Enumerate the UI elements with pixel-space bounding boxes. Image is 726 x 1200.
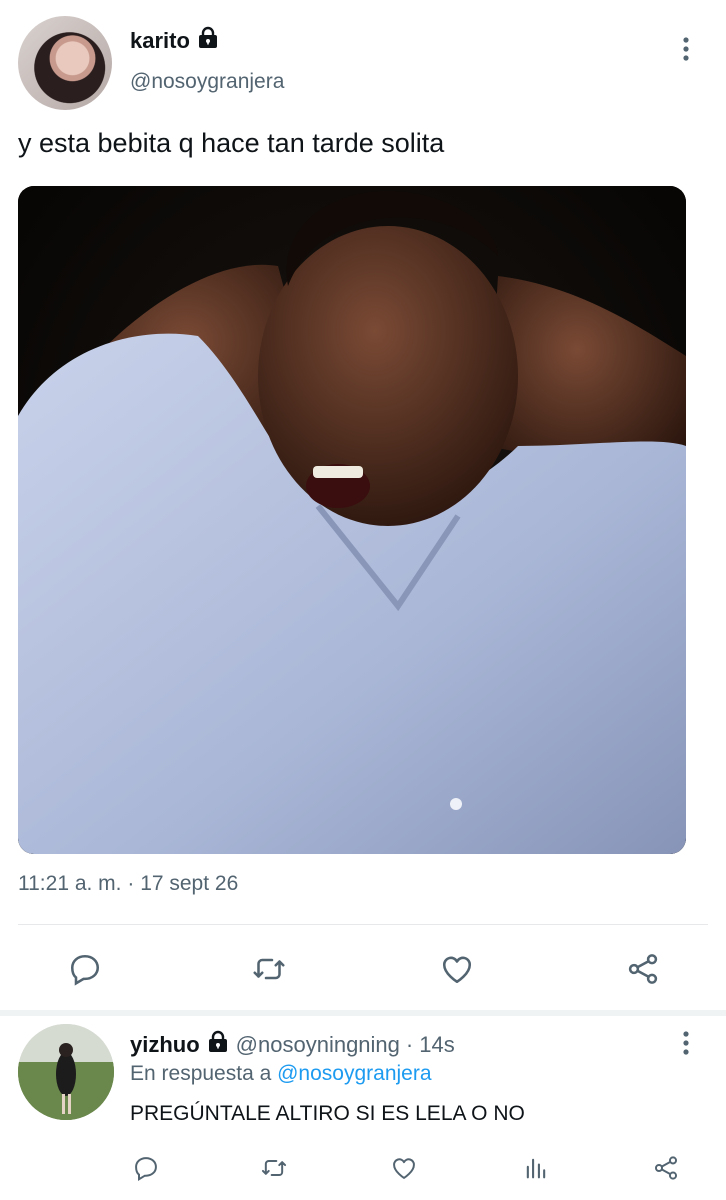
analytics-icon[interactable] [514,1146,558,1190]
in-reply-to-handle[interactable]: @nosoygranjera [277,1062,431,1085]
lock-icon [196,26,220,56]
lock-icon [206,1030,230,1060]
retweet-icon[interactable] [252,1146,296,1190]
reply-icon[interactable] [124,1146,168,1190]
divider [18,924,708,925]
reply-header: yizhuo @nosoyningning · 14s [130,1030,455,1060]
reply-age[interactable]: 14s [419,1032,454,1058]
more-vertical-icon[interactable] [681,1030,691,1056]
share-icon[interactable] [614,940,672,998]
reply-text: PREGÚNTALE ALTIRO SI ES LELA O NO [130,1102,525,1125]
tweet-text: y esta bebita q hace tan tarde solita [18,128,445,158]
author-handle[interactable]: @nosoygranjera [130,70,284,94]
share-icon[interactable] [644,1146,688,1190]
reply-handle[interactable]: @nosoyningning [236,1032,400,1058]
in-reply-to-label: En respuesta a [130,1062,272,1085]
more-vertical-icon[interactable] [681,36,691,62]
like-icon[interactable] [382,1146,426,1190]
retweet-icon[interactable] [240,940,298,998]
like-icon[interactable] [428,940,486,998]
author-name-row[interactable]: karito [130,26,220,56]
tweet-time: 11:21 a. m. [18,872,122,895]
tweet-date: 17 sept 26 [140,872,239,895]
author-display-name[interactable]: karito [130,28,190,54]
in-reply-to: En respuesta a @nosoygranjera [130,1062,432,1086]
reply-actions [0,1146,726,1190]
tweet-meta-separator: · [121,872,141,895]
reply-icon[interactable] [56,940,114,998]
tweet-media-image[interactable] [18,186,686,854]
tweet-actions [0,940,726,998]
tweet-timestamp[interactable]: 11:21 a. m. · 17 sept 26 [18,872,238,896]
author-avatar[interactable] [18,16,112,110]
reply-author-avatar[interactable] [18,1024,114,1120]
reply-display-name[interactable]: yizhuo [130,1032,200,1058]
section-separator [0,1010,726,1016]
reply-age-separator: · [405,1032,414,1057]
